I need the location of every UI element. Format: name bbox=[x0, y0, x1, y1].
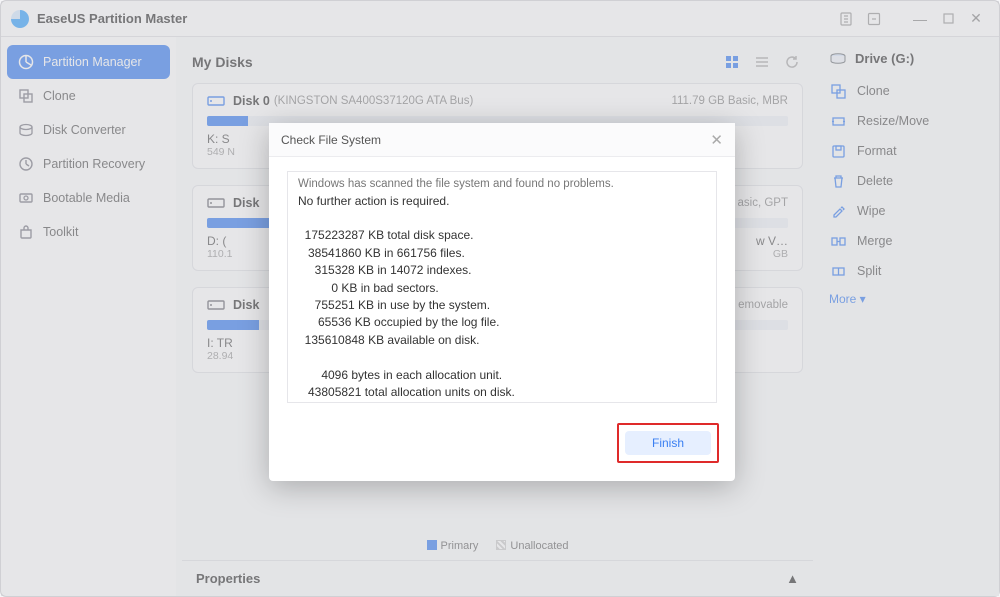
finish-highlight: Finish bbox=[617, 423, 719, 463]
dialog-title: Check File System bbox=[281, 133, 381, 147]
log-output: Windows has scanned the file system and … bbox=[287, 171, 717, 403]
app-window: EaseUS Partition Master — ✕ Partition Ma… bbox=[0, 0, 1000, 597]
finish-button[interactable]: Finish bbox=[625, 431, 711, 455]
check-filesystem-dialog: Check File System ✕ Windows has scanned … bbox=[269, 123, 735, 481]
dialog-close-button[interactable]: ✕ bbox=[710, 131, 723, 149]
dialog-titlebar: Check File System ✕ bbox=[269, 123, 735, 157]
